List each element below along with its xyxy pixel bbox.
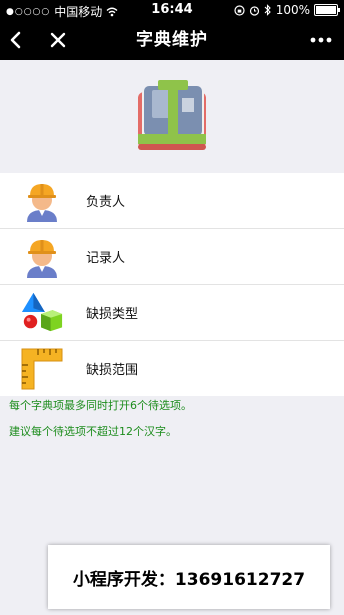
note-max-options: 每个字典项最多同时打开6个待选项。 [9, 399, 192, 412]
page-title: 字典维护 [136, 30, 208, 50]
status-bar: ●○○○○ 中国移动 16:44 100% [0, 0, 344, 20]
promo-text: 小程序开发：13691612727 [72, 569, 306, 590]
list-item-label: 记录人 [86, 251, 126, 266]
shapes-icon [20, 291, 64, 335]
battery-icon [314, 4, 340, 16]
note-char-limit: 建议每个待选项不超过12个汉字。 [9, 425, 177, 438]
list-item-defect-range[interactable]: 缺损范围 [0, 341, 344, 396]
ruler-icon [20, 347, 64, 391]
list-item-label: 缺损范围 [86, 363, 139, 378]
dictionary-list: 负责人 记录人 缺损类型 缺损范围 [0, 173, 344, 396]
alarm-icon [249, 5, 259, 16]
list-item-label: 缺损类型 [86, 307, 139, 322]
battery-fill [316, 6, 336, 14]
list-item-label: 负责人 [86, 195, 126, 210]
rotation-lock-icon [234, 4, 245, 16]
more-dots-icon [310, 37, 332, 43]
worker-icon [20, 179, 64, 223]
more-button[interactable] [308, 20, 334, 60]
worker-icon [20, 235, 64, 279]
promo-banner: 小程序开发：13691612727 [48, 545, 330, 609]
hero-area [0, 60, 344, 172]
list-item-responsible[interactable]: 负责人 [0, 173, 344, 229]
status-right: 100% [234, 3, 340, 17]
help-notes: 每个字典项最多同时打开6个待选项。 建议每个待选项不超过12个汉字。 [9, 398, 192, 450]
battery-percent: 100% [275, 3, 310, 17]
list-item-defect-type[interactable]: 缺损类型 [0, 285, 344, 341]
nav-bar: 字典维护 [0, 20, 344, 60]
list-item-recorder[interactable]: 记录人 [0, 229, 344, 285]
bluetooth-icon [264, 4, 271, 16]
dictionary-book-icon [138, 80, 206, 150]
